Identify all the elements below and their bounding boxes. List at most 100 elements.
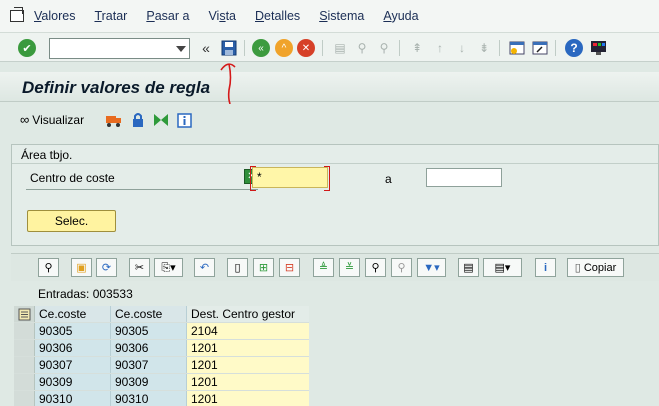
refresh-icon[interactable]: ⟳ <box>96 258 117 277</box>
enter-check-icon[interactable]: ✔ <box>18 39 36 57</box>
separator <box>499 40 500 56</box>
info-icon[interactable]: i <box>535 258 556 277</box>
info-icon[interactable] <box>174 110 194 130</box>
select-button[interactable]: Selec. <box>27 210 116 232</box>
column-header[interactable]: Ce.coste <box>111 306 187 322</box>
row-selector[interactable] <box>14 323 35 339</box>
label-underline <box>26 189 258 190</box>
table-cell: 90309 <box>111 374 187 390</box>
cost-center-to-input[interactable] <box>426 168 502 187</box>
glasses-icon: ∞ <box>20 112 30 127</box>
find-next-icon[interactable]: ⚲ <box>391 258 412 277</box>
work-area-group: Área tbjo. Centro de coste ✕ * a Selec. <box>11 144 659 246</box>
table-cell: 90305 <box>35 323 111 339</box>
lock-icon[interactable] <box>128 110 148 130</box>
table-row[interactable]: 90307 90307 1201 <box>14 357 309 374</box>
copy-doc-icon: ▯ <box>574 262 581 274</box>
shortcut-icon[interactable] <box>530 38 550 58</box>
menu-pasar-a[interactable]: Pasar a <box>146 9 199 23</box>
menu-bar: Valores Tratar Pasar a Vista Detalles Si… <box>0 0 659 32</box>
row-selector[interactable] <box>14 374 35 390</box>
sort-descending-icon[interactable]: ≚ <box>339 258 360 277</box>
table-row[interactable]: 90305 90305 2104 <box>14 323 309 340</box>
find-icon[interactable]: ⚲ <box>352 38 372 58</box>
row-selector[interactable] <box>14 391 35 406</box>
table-header: Ce.coste Ce.coste Dest. Centro gestor <box>14 306 309 323</box>
export-icon[interactable]: ▤▾ <box>483 258 522 277</box>
table-cell[interactable]: 1201 <box>187 357 309 373</box>
copy-icon[interactable]: ⎘▾ <box>154 258 183 277</box>
table-cell: 90309 <box>35 374 111 390</box>
last-page-icon[interactable]: ⇟ <box>474 38 494 58</box>
table-cell[interactable]: 1201 <box>187 374 309 390</box>
menu-detalles[interactable]: Detalles <box>255 9 310 23</box>
visualize-label: Visualizar <box>32 112 85 127</box>
table-row[interactable]: 90310 90310 1201 <box>14 391 309 406</box>
table-cell: 90306 <box>35 340 111 356</box>
cost-center-label: Centro de coste <box>30 171 115 185</box>
menu-sistema[interactable]: Sistema <box>319 9 374 23</box>
print-icon[interactable]: ▤ <box>458 258 479 277</box>
copy-button[interactable]: ▯ Copiar <box>567 258 624 277</box>
print-icon[interactable]: ▤ <box>330 38 350 58</box>
cancel-icon[interactable]: ✕ <box>297 39 315 57</box>
annotation-arrow <box>220 63 236 105</box>
separator <box>555 40 556 56</box>
back-icon[interactable]: « <box>252 39 270 57</box>
compare-icon[interactable] <box>151 110 171 130</box>
find-icon[interactable]: ⚲ <box>365 258 386 277</box>
entries-count: Entradas: 003533 <box>38 287 133 301</box>
expand-icon[interactable]: « <box>196 38 216 58</box>
cut-icon[interactable]: ✂ <box>129 258 150 277</box>
filter-icon[interactable]: ▼▾ <box>417 258 446 277</box>
title-bar: Definir valores de regla <box>0 72 659 102</box>
create-session-icon[interactable] <box>507 38 527 58</box>
group-title: Área tbjo. <box>21 148 73 162</box>
new-row-icon[interactable]: ▯ <box>227 258 248 277</box>
separator <box>399 40 400 56</box>
column-header[interactable]: Ce.coste <box>35 306 111 322</box>
first-page-icon[interactable]: ⇞ <box>407 38 427 58</box>
menu-vista[interactable]: Vista <box>208 9 246 23</box>
row-selector[interactable] <box>14 340 35 356</box>
sap-window: Valores Tratar Pasar a Vista Detalles Si… <box>0 0 659 406</box>
column-header[interactable]: Dest. Centro gestor <box>187 306 309 322</box>
application-toolbar: ∞ Visualizar <box>0 104 659 136</box>
find-next-icon[interactable]: ⚲ <box>374 38 394 58</box>
table-cell: 90307 <box>35 357 111 373</box>
table-toolbar: ⚲ ▣ ⟳ ✂ ⎘▾ ↶ ▯ ⊞ ⊟ ≜ ≚ ⚲ ⚲ ▼▾ ▤ ▤▾ i ▯ C… <box>11 253 659 281</box>
insert-row-icon[interactable]: ⊞ <box>253 258 274 277</box>
table-cell[interactable]: 1201 <box>187 391 309 406</box>
table-cell[interactable]: 2104 <box>187 323 309 339</box>
previous-page-icon[interactable]: ↑ <box>430 38 450 58</box>
table-cell: 90310 <box>111 391 187 406</box>
table-cell[interactable]: 1201 <box>187 340 309 356</box>
undo-icon[interactable]: ↶ <box>194 258 215 277</box>
cost-center-from-input[interactable]: * <box>250 166 330 191</box>
table-row[interactable]: 90306 90306 1201 <box>14 340 309 357</box>
delete-row-icon[interactable]: ⊟ <box>279 258 300 277</box>
command-field[interactable] <box>49 38 190 59</box>
select-all-rows-icon[interactable] <box>14 306 35 322</box>
exit-icon[interactable]: ^ <box>275 39 293 57</box>
page-title: Definir valores de regla <box>22 78 211 97</box>
layout-icon[interactable] <box>588 38 608 58</box>
select-all-icon[interactable]: ▣ <box>71 258 92 277</box>
visualize-button[interactable]: ∞ Visualizar <box>20 112 84 127</box>
menu-tratar[interactable]: Tratar <box>94 9 137 23</box>
separator <box>322 40 323 56</box>
row-selector[interactable] <box>14 357 35 373</box>
transport-icon[interactable] <box>104 110 124 130</box>
system-menu-icon[interactable] <box>0 0 34 32</box>
group-divider <box>12 163 658 164</box>
standard-toolbar: ✔ « « ^ ✕ ▤ ⚲ ⚲ ⇞ ↑ ↓ ⇟ ? <box>0 32 659 62</box>
menu-valores[interactable]: Valores <box>34 9 85 23</box>
menu-ayuda[interactable]: Ayuda <box>383 9 428 23</box>
sort-ascending-icon[interactable]: ≜ <box>313 258 334 277</box>
details-icon[interactable]: ⚲ <box>38 258 59 277</box>
next-page-icon[interactable]: ↓ <box>452 38 472 58</box>
table-row[interactable]: 90309 90309 1201 <box>14 374 309 391</box>
table-cell: 90310 <box>35 391 111 406</box>
help-icon[interactable]: ? <box>565 39 583 57</box>
chevron-down-icon[interactable] <box>176 46 186 52</box>
